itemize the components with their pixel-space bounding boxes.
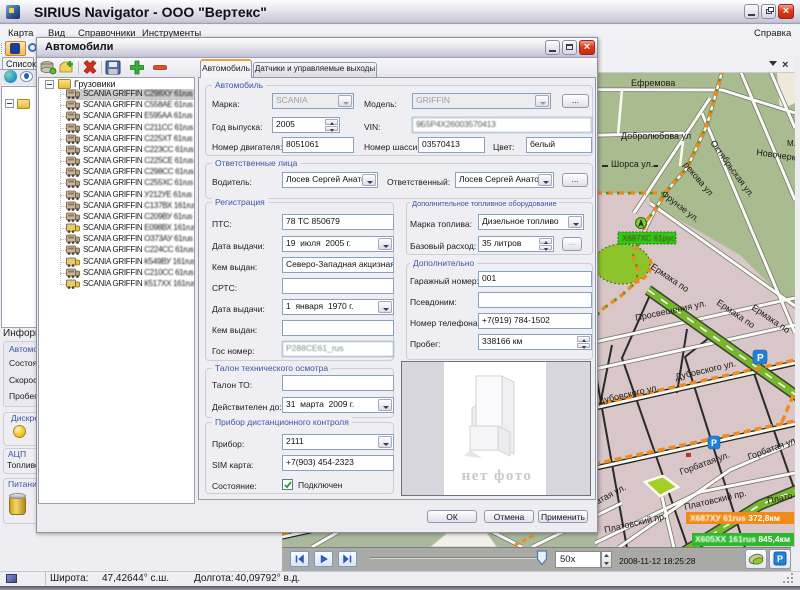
svg-text:М.: М.	[787, 139, 795, 148]
svg-text:P: P	[777, 554, 783, 564]
svg-text:Х687ХС 61рус: Х687ХС 61рус	[622, 234, 675, 243]
svg-text:Х687ХУ 61rus 372,8км: Х687ХУ 61rus 372,8км	[690, 513, 780, 523]
svg-text:Ефремова: Ефремова	[631, 78, 675, 88]
svg-text:Шорса ул.: Шорса ул.	[611, 159, 653, 169]
svg-text:Добролюбова ул: Добролюбова ул	[621, 131, 691, 141]
svg-text:P: P	[757, 353, 764, 364]
svg-text:Х605ХХ 161rus 845,4км: Х605ХХ 161rus 845,4км	[695, 534, 790, 544]
svg-text:P: P	[711, 438, 717, 448]
